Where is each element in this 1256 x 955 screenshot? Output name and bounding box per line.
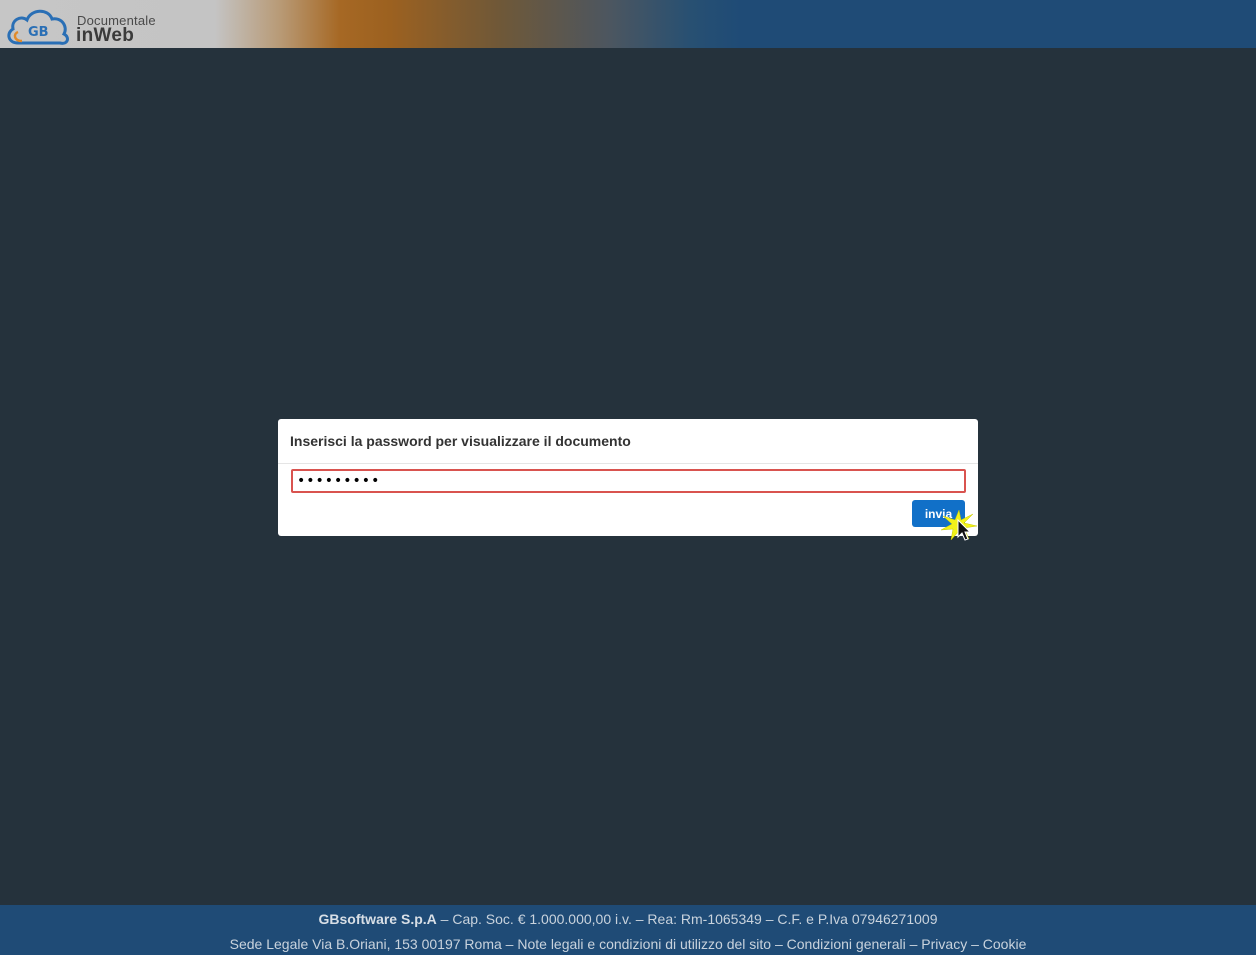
company-name: GBsoftware S.p.A <box>318 911 437 927</box>
footer: GBsoftware S.p.A – Cap. Soc. € 1.000.000… <box>0 905 1256 955</box>
cookie-link[interactable]: Cookie <box>983 936 1027 952</box>
conditions-link[interactable]: Condizioni generali <box>787 936 906 952</box>
password-input[interactable] <box>291 469 966 493</box>
legal-notes-link[interactable]: Note legali e condizioni di utilizzo del… <box>517 936 771 952</box>
cloud-logo-icon: GB <box>7 9 69 45</box>
privacy-link[interactable]: Privacy <box>921 936 967 952</box>
logo-text-bottom: inWeb <box>76 25 135 46</box>
company-details: – Cap. Soc. € 1.000.000,00 i.v. – Rea: R… <box>436 911 938 927</box>
footer-company-line: GBsoftware S.p.A – Cap. Soc. € 1.000.000… <box>0 911 1256 927</box>
dialog-title: Inserisci la password per visualizzare i… <box>278 419 978 464</box>
company-address: Sede Legale Via B.Oriani, 153 00197 Roma <box>229 936 502 952</box>
separator: – <box>771 936 787 952</box>
svg-text:GB: GB <box>28 25 49 40</box>
password-dialog: Inserisci la password per visualizzare i… <box>278 419 978 536</box>
footer-links-line: Sede Legale Via B.Oriani, 153 00197 Roma… <box>0 936 1256 952</box>
app-logo[interactable]: GB Documentale inWeb <box>4 3 174 47</box>
separator: – <box>905 936 922 952</box>
top-bar: GB Documentale inWeb <box>0 0 1256 48</box>
submit-button[interactable]: invia <box>912 500 965 527</box>
separator: – <box>501 936 518 952</box>
separator: – <box>967 936 983 952</box>
